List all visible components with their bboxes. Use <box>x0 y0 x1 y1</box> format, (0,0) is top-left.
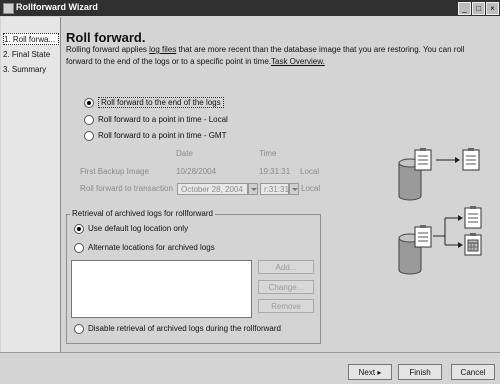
branch-arrows-icon <box>433 215 463 248</box>
finish-button[interactable]: Finish <box>398 364 442 380</box>
calendar-document-icon <box>464 233 482 256</box>
next-label: Next <box>358 368 376 377</box>
next-arrow-icon: ▸ <box>377 368 382 377</box>
footer-divider <box>0 352 500 353</box>
log-document-icon <box>414 225 432 248</box>
log-document-icon <box>462 148 480 171</box>
arrow-right-icon <box>436 157 460 163</box>
log-document-icon <box>464 206 482 229</box>
cancel-button[interactable]: Cancel <box>451 364 495 380</box>
rollforward-illustration <box>398 148 482 275</box>
log-document-icon <box>414 148 432 171</box>
next-button[interactable]: Next ▸ <box>348 364 392 380</box>
wizard-window: Rollforward Wizard _ □ × 1. Roll forwa..… <box>0 0 500 384</box>
